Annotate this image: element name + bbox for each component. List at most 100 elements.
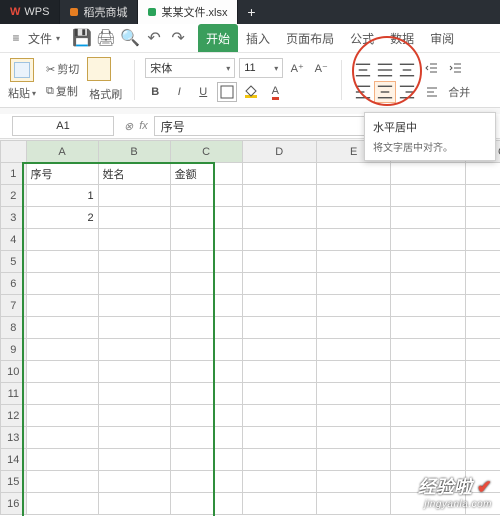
cell[interactable] (391, 449, 465, 471)
cell[interactable] (316, 449, 390, 471)
ribbon-tab-data[interactable]: 数据 (382, 24, 422, 52)
cell[interactable] (98, 449, 170, 471)
bold-button[interactable]: B (145, 82, 165, 102)
cell[interactable] (98, 229, 170, 251)
cell[interactable] (242, 185, 316, 207)
underline-button[interactable]: U (193, 82, 213, 102)
cell[interactable] (391, 295, 465, 317)
font-color-button[interactable]: A (265, 82, 285, 102)
cell[interactable] (465, 317, 500, 339)
cell[interactable] (26, 251, 98, 273)
cell[interactable] (26, 339, 98, 361)
col-header-C[interactable]: C (170, 141, 242, 163)
cell[interactable] (26, 361, 98, 383)
row-header[interactable]: 12 (1, 405, 27, 427)
cell[interactable] (242, 471, 316, 493)
align-middle-icon[interactable] (374, 59, 396, 81)
cell[interactable] (242, 273, 316, 295)
ribbon-tab-home[interactable]: 开始 (198, 24, 238, 52)
border-button[interactable] (217, 82, 237, 102)
cell[interactable] (391, 207, 465, 229)
cell[interactable] (316, 405, 390, 427)
cell[interactable] (26, 405, 98, 427)
save-icon[interactable]: 💾 (74, 30, 90, 46)
cell[interactable] (242, 229, 316, 251)
cell[interactable] (170, 493, 242, 515)
cell[interactable] (98, 295, 170, 317)
cell[interactable] (316, 185, 390, 207)
cell[interactable] (391, 405, 465, 427)
row-header[interactable]: 11 (1, 383, 27, 405)
row-header[interactable]: 14 (1, 449, 27, 471)
row-header[interactable]: 8 (1, 317, 27, 339)
cell[interactable] (170, 383, 242, 405)
cell[interactable] (242, 207, 316, 229)
sheet-area[interactable]: A B C D E F G 1序号姓名金额2132456789101112131… (0, 140, 500, 516)
col-header-B[interactable]: B (98, 141, 170, 163)
merge-button[interactable]: 合并 (446, 83, 472, 101)
cell[interactable] (391, 251, 465, 273)
cell[interactable] (465, 449, 500, 471)
cell[interactable] (316, 273, 390, 295)
col-header-A[interactable]: A (26, 141, 98, 163)
row-header[interactable]: 9 (1, 339, 27, 361)
cell[interactable] (170, 229, 242, 251)
cell[interactable] (170, 207, 242, 229)
cell[interactable] (316, 493, 390, 515)
cell[interactable]: 2 (26, 207, 98, 229)
cell[interactable] (316, 163, 390, 185)
row-header[interactable]: 5 (1, 251, 27, 273)
cell[interactable] (465, 273, 500, 295)
cell[interactable] (26, 295, 98, 317)
fx-label[interactable]: fx (139, 120, 148, 132)
cell[interactable] (98, 317, 170, 339)
file-menu[interactable]: ≡ 文件 ▾ (0, 24, 68, 52)
cell[interactable] (26, 383, 98, 405)
redo-icon[interactable]: ↷ (170, 30, 186, 46)
cell[interactable] (465, 427, 500, 449)
title-tab-shop[interactable]: 稻壳商城 (60, 0, 138, 24)
cell[interactable] (242, 295, 316, 317)
cell[interactable] (465, 207, 500, 229)
cell[interactable] (98, 251, 170, 273)
cell[interactable] (391, 229, 465, 251)
increase-font-icon[interactable]: A⁺ (287, 58, 307, 78)
cell[interactable] (242, 251, 316, 273)
cell[interactable] (170, 449, 242, 471)
cell[interactable] (98, 273, 170, 295)
cell[interactable] (170, 185, 242, 207)
font-size-select[interactable]: 11▾ (239, 58, 283, 78)
italic-button[interactable]: I (169, 82, 189, 102)
cell[interactable]: 1 (26, 185, 98, 207)
cell[interactable] (26, 427, 98, 449)
cell[interactable] (465, 339, 500, 361)
cell[interactable] (316, 471, 390, 493)
cell[interactable]: 金额 (170, 163, 242, 185)
row-header[interactable]: 6 (1, 273, 27, 295)
cell[interactable] (242, 317, 316, 339)
ribbon-tab-review[interactable]: 审阅 (422, 24, 462, 52)
cell[interactable] (242, 405, 316, 427)
cell[interactable]: 姓名 (98, 163, 170, 185)
cell[interactable] (242, 339, 316, 361)
title-tab-file[interactable]: 某某文件.xlsx (138, 0, 238, 24)
align-center-icon[interactable] (374, 81, 396, 103)
ribbon-tab-insert[interactable]: 插入 (238, 24, 278, 52)
cell[interactable] (170, 251, 242, 273)
cell[interactable] (391, 163, 465, 185)
cell[interactable] (465, 229, 500, 251)
cell[interactable] (170, 471, 242, 493)
cell[interactable] (391, 361, 465, 383)
cell[interactable] (170, 295, 242, 317)
cell[interactable] (316, 229, 390, 251)
cell[interactable] (391, 273, 465, 295)
cell[interactable] (465, 163, 500, 185)
new-tab-button[interactable]: + (238, 0, 264, 24)
cell[interactable] (170, 273, 242, 295)
cell[interactable] (98, 207, 170, 229)
cut-button[interactable]: ✂剪切 (44, 60, 81, 78)
cell[interactable] (391, 317, 465, 339)
cell[interactable] (26, 273, 98, 295)
cell[interactable] (465, 185, 500, 207)
cell[interactable] (316, 317, 390, 339)
